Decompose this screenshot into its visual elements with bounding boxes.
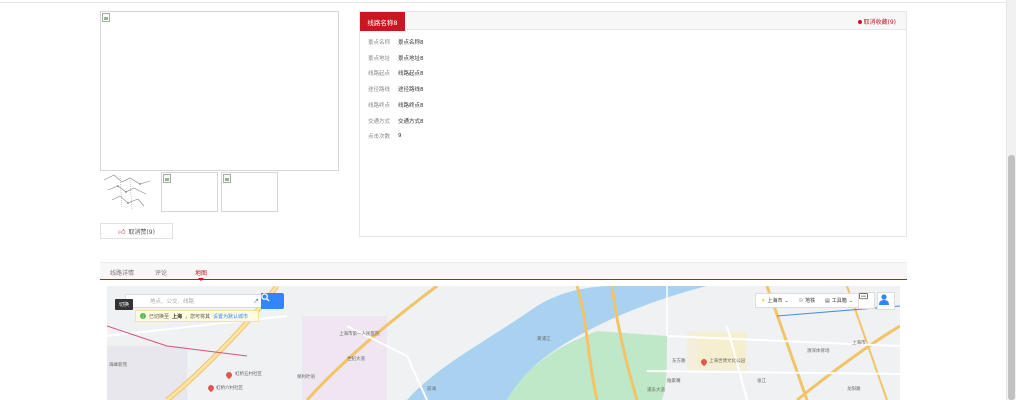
search-icon — [261, 293, 270, 302]
toolbox-label: 工具箱 — [831, 298, 847, 304]
info-row-end: 线路终点 线路终点8 — [368, 100, 424, 110]
scrollbar-thumb[interactable] — [1008, 155, 1015, 400]
header-divider — [0, 2, 1006, 3]
dot-icon — [857, 19, 862, 24]
message-icon — [859, 293, 868, 300]
info-value: 景点名称8 — [398, 40, 424, 46]
unfavorite-label: 取消收藏(9) — [863, 19, 897, 26]
map-label: 上海市 — [852, 341, 866, 346]
thumbs-up-icon: 👍︎ — [118, 227, 126, 236]
info-label: 线路起点 — [368, 71, 391, 77]
info-row-scenic-name: 景点名称 景点名称8 — [368, 37, 424, 47]
map-label: 虹桥五村社区 — [235, 372, 262, 377]
broken-image-icon — [102, 13, 110, 22]
unlike-button[interactable]: 👍︎ 取消赞(9) — [100, 223, 173, 239]
thumbnail-2[interactable] — [161, 172, 218, 212]
toolbox-button[interactable]: ▤ 工具箱 ⌄ — [825, 297, 853, 305]
info-label: 线路终点 — [368, 103, 391, 109]
info-value: 交通方式8 — [398, 119, 424, 125]
city-tip-prefix: 已切换至 — [149, 313, 170, 320]
thumbnail-3[interactable] — [221, 172, 278, 212]
map-toolbar: ☀ 上海市 ⌄ ☉ 地铁 ▤ 工具箱 ⌄ — [755, 293, 859, 308]
map-label: 海峰新苑 — [109, 363, 127, 368]
info-value: 线路终点8 — [398, 103, 424, 109]
chevron-down-icon: ⌄ — [784, 297, 789, 304]
route-name-tab[interactable]: 线路名称8 — [360, 12, 405, 31]
map-label: 浦东大道 — [647, 388, 665, 393]
info-value: 途径路线8 — [398, 87, 424, 93]
map-search-input[interactable]: 地点、公交、线路 ↗ — [125, 294, 263, 308]
route-icon[interactable]: ↗ — [253, 297, 259, 305]
unfavorite-button[interactable]: 取消收藏(9) — [857, 17, 897, 26]
user-icon — [879, 294, 889, 305]
page-scrollbar[interactable] — [1006, 0, 1016, 400]
active-tab-indicator — [198, 278, 204, 281]
map-search-placeholder: 地点、公交、线路 — [150, 299, 195, 305]
map-label: 虹桥六村社区 — [216, 386, 243, 391]
info-label: 交通方式 — [368, 119, 391, 125]
map-label: 上海市第一人民医院 — [339, 332, 380, 337]
message-button[interactable] — [858, 292, 875, 309]
user-account-button[interactable] — [877, 292, 895, 310]
broken-image-icon — [163, 174, 171, 183]
map-label: 东方路 — [672, 359, 686, 364]
tab-route-details[interactable]: 线路详情 — [110, 263, 134, 281]
info-icon: i — [140, 313, 146, 319]
info-value: 景点地址8 — [398, 56, 424, 62]
info-label: 景点名称 — [368, 40, 391, 46]
route-detail-panel: 线路名称8 取消收藏(9) 景点名称 景点名称8 景点地址 景点地址8 线路起点… — [359, 11, 907, 237]
subway-icon: ☉ — [798, 297, 804, 304]
sun-icon: ☀ — [760, 297, 766, 304]
info-row-clicks: 点击次数 9 — [368, 131, 402, 141]
info-row-transport: 交通方式 交通方式8 — [368, 116, 424, 126]
map-label: 陆家嘴 — [667, 379, 681, 384]
switch-city-tooltip[interactable]: 切换 — [115, 299, 134, 310]
thumbnail-1[interactable] — [100, 172, 157, 212]
info-row-start: 线路起点 线路起点8 — [368, 68, 424, 78]
map-view[interactable]: 海峰新苑 虹桥五村社区 虹桥六村社区 保利叶语 上海市第一人民医院 上海世博文化… — [107, 286, 900, 400]
broken-image-icon — [223, 174, 231, 183]
subway-label: 地铁 — [805, 298, 816, 304]
main-image[interactable] — [100, 11, 339, 171]
city-selector[interactable]: ☀ 上海市 ⌄ — [760, 297, 789, 305]
map-label: 龙阳路 — [847, 387, 861, 392]
map-label: 前滩 — [427, 387, 436, 392]
info-label: 途径路线 — [368, 87, 391, 93]
map-label: 黄浦江 — [537, 337, 551, 342]
map-label: 上海世博文化公园 — [709, 359, 745, 364]
info-label: 景点地址 — [368, 56, 391, 62]
info-row-scenic-address: 景点地址 景点地址8 — [368, 53, 424, 63]
info-value: 9 — [398, 133, 402, 139]
info-row-via: 途径路线 途径路线8 — [368, 84, 424, 94]
content-tabs: 线路详情 评论 地图 — [100, 262, 907, 280]
info-label: 点击次数 — [368, 134, 391, 140]
set-default-city-link[interactable]: 设置为默认城市 — [213, 313, 248, 320]
city-tip-middle: ，您可将其 — [185, 313, 211, 320]
map-label: 张江 — [757, 379, 766, 384]
city-tip-city: 上海 — [172, 313, 183, 320]
info-value: 线路起点8 — [398, 71, 424, 77]
sketch-map-image — [103, 174, 151, 211]
map-label: 源深体育场 — [807, 349, 830, 354]
subway-button[interactable]: ☉ 地铁 — [798, 297, 816, 305]
tab-comments[interactable]: 评论 — [155, 263, 167, 281]
map-label: 保利叶语 — [297, 375, 315, 380]
map-label: 世纪大道 — [347, 357, 365, 362]
city-switch-notice: i 已切换至 上海 ，您可将其 设置为默认城市 — [135, 310, 259, 322]
city-selector-label: 上海市 — [767, 298, 783, 304]
chevron-down-icon: ⌄ — [848, 297, 853, 304]
unlike-button-label: 取消赞(9) — [128, 228, 155, 236]
detail-header: 线路名称8 取消收藏(9) — [360, 12, 906, 31]
toolbox-icon: ▤ — [825, 297, 830, 304]
map-search-button[interactable] — [261, 293, 284, 309]
